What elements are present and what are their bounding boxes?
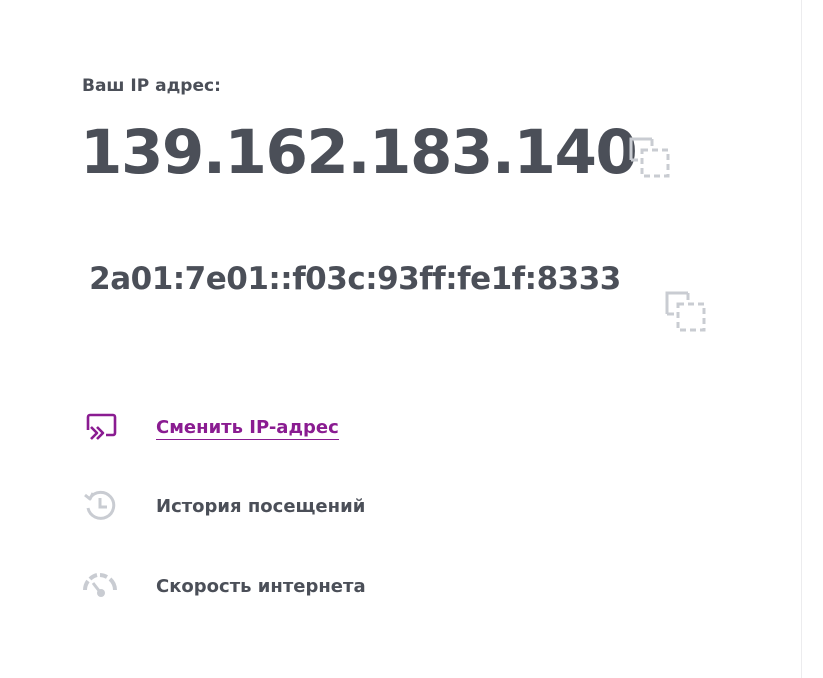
speed-link[interactable]: Скорость интернета <box>156 576 366 597</box>
speed-item[interactable]: Скорость интернета <box>80 566 366 606</box>
speedometer-icon <box>80 566 120 606</box>
history-link[interactable]: История посещений <box>156 496 365 517</box>
ipv4-address: 139.162.183.140 <box>80 117 638 188</box>
copy-ipv4-icon[interactable] <box>628 136 672 180</box>
history-icon <box>80 486 120 526</box>
ipv6-address: 2a01:7e01::f03c:93ff:fe1f:8333 <box>89 261 621 297</box>
right-strip <box>802 0 823 678</box>
copy-ipv6-icon[interactable] <box>664 290 708 334</box>
change-ip-item[interactable]: Сменить IP-адрес <box>80 408 339 448</box>
history-item[interactable]: История посещений <box>80 486 365 526</box>
change-ip-link[interactable]: Сменить IP-адрес <box>156 417 339 440</box>
change-ip-icon <box>80 408 120 448</box>
ip-label: Ваш IP адрес: <box>82 76 221 96</box>
